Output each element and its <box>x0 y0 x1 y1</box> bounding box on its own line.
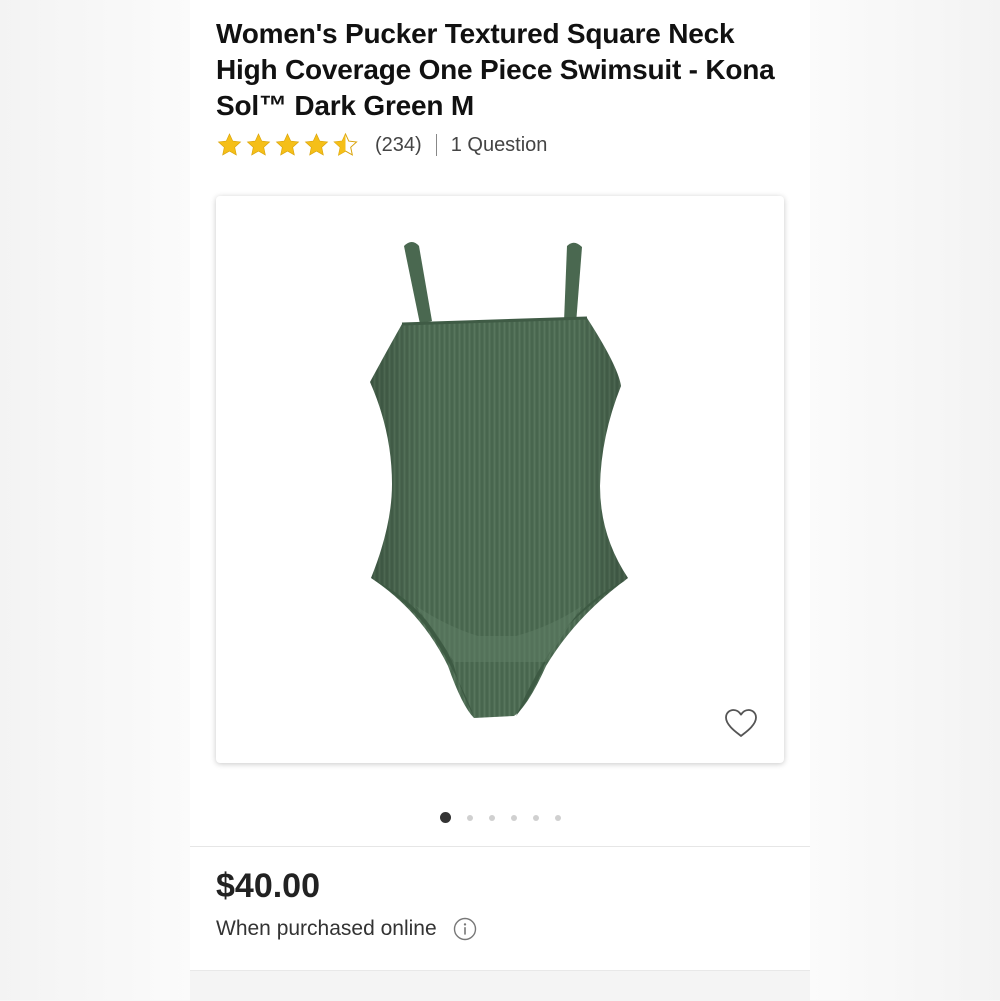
star-icon <box>217 133 242 156</box>
carousel-dot[interactable] <box>488 814 495 821</box>
carousel-indicator <box>190 812 810 823</box>
product-image-card[interactable] <box>216 196 784 763</box>
star-rating <box>216 132 361 158</box>
carousel-dot[interactable] <box>439 812 451 823</box>
bottom-band <box>190 970 810 1001</box>
product-price: $40.00 <box>216 867 320 905</box>
favorite-heart-icon[interactable] <box>723 707 759 739</box>
review-count-link[interactable]: (234) <box>375 134 422 157</box>
carousel-dot[interactable] <box>466 814 473 821</box>
star-icon <box>304 133 329 156</box>
rating-row[interactable]: (234) 1 Question <box>216 130 547 160</box>
swimsuit-image <box>370 242 628 718</box>
star-icon <box>275 133 300 156</box>
carousel-dot[interactable] <box>554 814 561 821</box>
carousel-dot[interactable] <box>510 814 517 821</box>
section-divider <box>190 846 810 847</box>
questions-link[interactable]: 1 Question <box>451 134 548 157</box>
half-star-icon <box>333 132 358 156</box>
info-circle-icon[interactable] <box>453 917 477 941</box>
purchase-note-row: When purchased online <box>216 917 477 941</box>
star-icon <box>246 133 271 156</box>
product-panel: Women's Pucker Textured Square Neck High… <box>190 0 810 1001</box>
carousel-dot[interactable] <box>532 814 539 821</box>
product-title: Women's Pucker Textured Square Neck High… <box>216 18 775 121</box>
rating-divider <box>435 134 437 156</box>
purchase-note: When purchased online <box>216 917 437 940</box>
